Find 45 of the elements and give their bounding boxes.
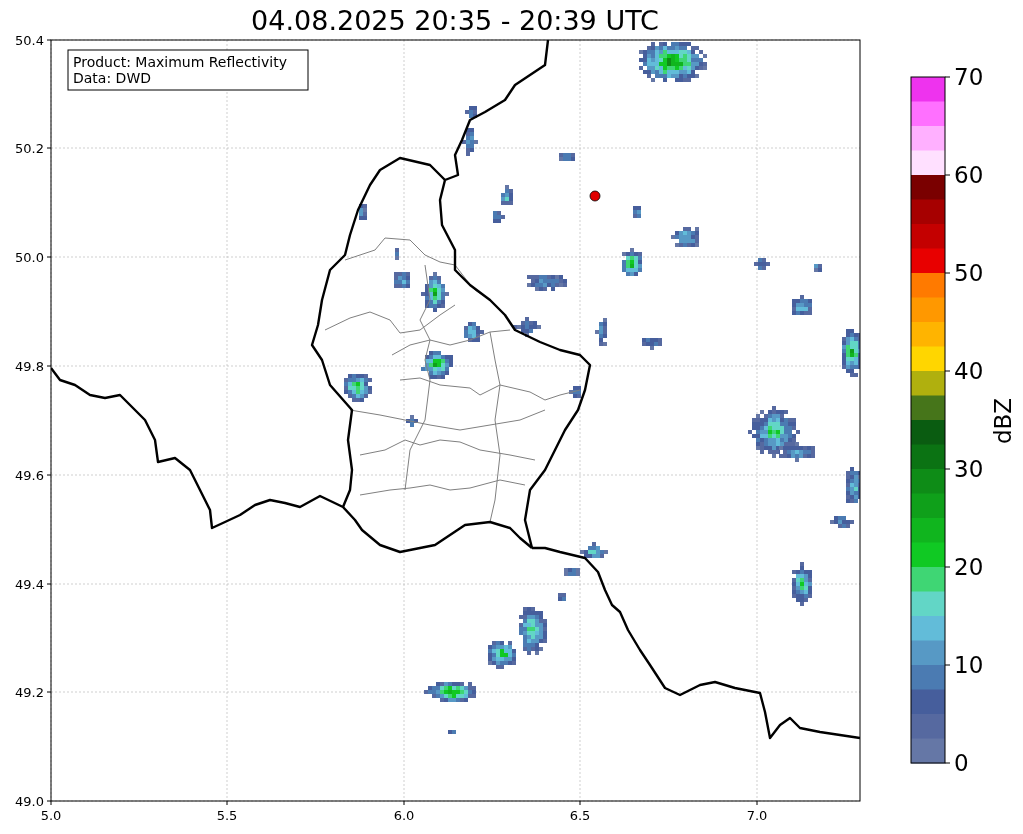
tick-mark (944, 174, 951, 176)
tick-mark (226, 800, 228, 806)
tick-mark (46, 691, 52, 693)
colorbar-tick-label: 20 (954, 554, 984, 580)
colorbar-tick-label: 30 (954, 456, 984, 482)
tick-mark (46, 583, 52, 585)
tick-label: 49.2 (15, 685, 44, 700)
colorbar-tick-label: 40 (954, 358, 984, 384)
chart-title: 04.08.2025 20:35 - 20:39 UTC (251, 5, 659, 36)
legend-text: Product: Maximum Reflectivity (73, 54, 287, 70)
colorbar-label: dBZ (990, 397, 1016, 445)
tick-label: 50.0 (15, 250, 44, 265)
colorbar-tick-label: 50 (954, 260, 984, 286)
location-marker (589, 190, 601, 202)
tick-mark (46, 39, 52, 41)
tick-mark (944, 762, 951, 764)
tick-mark (756, 800, 758, 806)
tick-mark (46, 365, 52, 367)
tick-label: 5.0 (40, 808, 62, 823)
tick-mark (403, 800, 405, 806)
tick-mark (944, 468, 951, 470)
tick-mark (46, 256, 52, 258)
tick-label: 5.5 (216, 808, 238, 823)
tick-label: 7.0 (746, 808, 768, 823)
tick-mark (944, 272, 951, 274)
tick-label: 49.6 (15, 468, 44, 483)
colorbar-tick-label: 0 (954, 750, 969, 776)
tick-mark (944, 370, 951, 372)
tick-mark (46, 474, 52, 476)
tick-mark (944, 76, 951, 78)
tick-mark (579, 800, 581, 806)
tick-mark (944, 566, 951, 568)
tick-label: 49.8 (15, 359, 44, 374)
tick-label: 50.4 (15, 33, 44, 48)
legend-text: Data: DWD (73, 70, 151, 86)
tick-mark (944, 664, 951, 666)
tick-label: 6.5 (569, 808, 591, 823)
colorbar-tick-label: 70 (954, 64, 984, 90)
tick-label: 49.4 (15, 577, 44, 592)
tick-label: 49.0 (15, 794, 44, 809)
tick-label: 6.0 (393, 808, 415, 823)
tick-label: 50.2 (15, 141, 44, 156)
tick-mark (46, 147, 52, 149)
colorbar-tick-label: 10 (954, 652, 984, 678)
colorbar-tick-label: 60 (954, 162, 984, 188)
